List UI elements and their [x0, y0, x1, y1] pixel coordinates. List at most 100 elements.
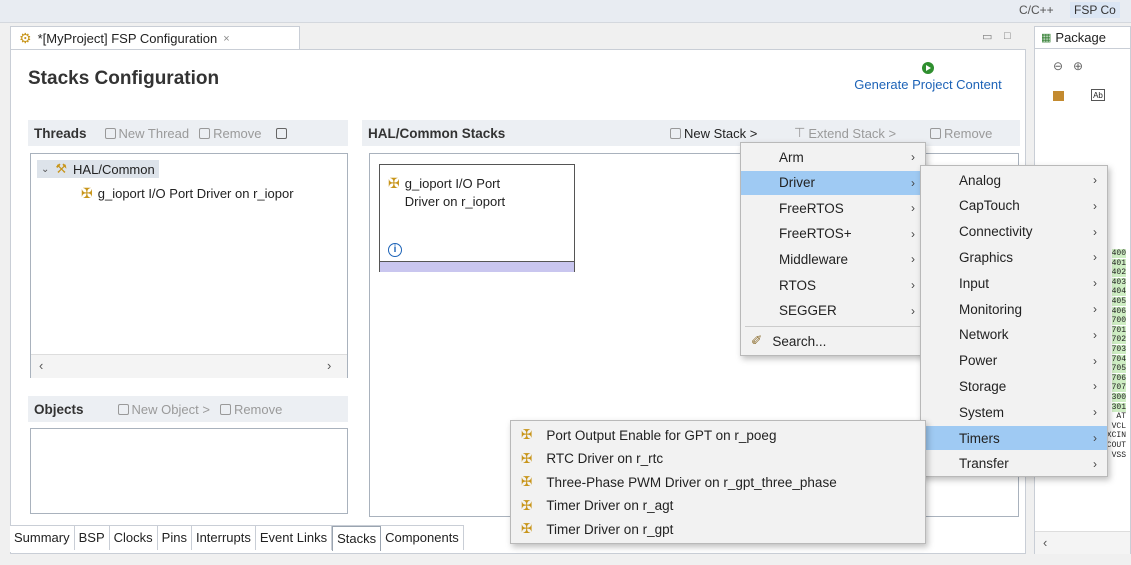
- zoom-in-icon[interactable]: ⊕: [1073, 59, 1083, 73]
- menu-item-driver[interactable]: Driver ›: [741, 170, 925, 195]
- package-pin[interactable]: 401: [1111, 258, 1126, 268]
- menu-item-freertos[interactable]: FreeRTOS+ ›: [741, 222, 925, 246]
- remove-thread-button[interactable]: Remove: [199, 126, 262, 141]
- maximize-icon[interactable]: □: [1004, 30, 1011, 42]
- package-scrollbar[interactable]: ‹: [1035, 531, 1130, 554]
- scroll-left-icon[interactable]: ‹: [1043, 535, 1047, 550]
- tab-summary[interactable]: Summary: [10, 526, 75, 550]
- new-thread-button[interactable]: New Thread: [104, 126, 189, 141]
- generate-project-button[interactable]: Generate Project Content: [838, 62, 1018, 92]
- package-pin[interactable]: 706: [1111, 373, 1126, 383]
- menu-item-label: Arm: [779, 149, 804, 165]
- scroll-right-icon[interactable]: ›: [327, 358, 331, 373]
- zoom-out-icon[interactable]: ⊖: [1053, 59, 1063, 73]
- menu-item-port-output-enable-for-gpt-on-r-poeg[interactable]: ✠ Port Output Enable for GPT on r_poeg: [511, 423, 925, 447]
- package-pin[interactable]: 402: [1111, 268, 1126, 278]
- stack-block-line1: g_ioport I/O Port: [404, 176, 501, 191]
- package-pin[interactable]: XCIN: [1107, 431, 1126, 440]
- menu-item-label: System: [959, 404, 1005, 420]
- tree-node-g-ioport[interactable]: ✠ g_ioport I/O Port Driver on r_iopor: [81, 185, 294, 202]
- tree-root-label: HAL/Common: [73, 161, 155, 177]
- package-pin[interactable]: 400: [1111, 249, 1126, 258]
- menu-item-search[interactable]: ✐ Search...: [741, 329, 925, 353]
- objects-list: [30, 428, 348, 514]
- grid-color-icon[interactable]: [1053, 91, 1064, 101]
- menu-item-transfer[interactable]: Transfer ›: [921, 452, 1107, 476]
- tab-bsp[interactable]: BSP: [75, 526, 110, 550]
- scroll-left-icon[interactable]: ‹: [39, 358, 43, 373]
- tab-interrupts[interactable]: Interrupts: [192, 526, 256, 550]
- new-stack-button[interactable]: New Stack >: [670, 126, 757, 141]
- chevron-right-icon: ›: [1093, 276, 1097, 291]
- chevron-down-icon[interactable]: ⌄: [41, 164, 49, 175]
- menu-item-connectivity[interactable]: Connectivity ›: [921, 220, 1107, 244]
- horizontal-scrollbar[interactable]: ‹ ›: [31, 354, 347, 378]
- stack-block-g-ioport[interactable]: ✠ g_ioport I/O Port Driver on r_ioport i: [379, 164, 575, 272]
- menu-item-label: RTC Driver on r_rtc: [546, 451, 664, 466]
- menu-item-timers[interactable]: Timers ›: [921, 426, 1107, 450]
- perspective-c-cpp[interactable]: C/C++: [1019, 3, 1054, 17]
- collapse-all-icon[interactable]: [275, 127, 287, 139]
- package-pin[interactable]: 403: [1111, 277, 1126, 287]
- menu-item-rtos[interactable]: RTOS ›: [741, 273, 925, 297]
- package-pin[interactable]: 700: [1111, 316, 1126, 326]
- menu-item-power[interactable]: Power ›: [921, 349, 1107, 373]
- package-pin[interactable]: 404: [1111, 287, 1126, 297]
- search-icon: ✐: [751, 333, 763, 348]
- tab-event-links[interactable]: Event Links: [256, 526, 333, 550]
- package-pin[interactable]: 405: [1111, 297, 1126, 306]
- tab-pins[interactable]: Pins: [158, 526, 192, 550]
- minimize-icon[interactable]: ▭: [982, 30, 992, 43]
- tab-components[interactable]: Components: [381, 526, 464, 550]
- tree-node-hal-common[interactable]: ⌄ ⚒ HAL/Common: [37, 160, 159, 178]
- menu-item-graphics[interactable]: Graphics ›: [921, 245, 1107, 269]
- package-pin[interactable]: VCL: [1112, 422, 1126, 431]
- menu-item-timer-driver-on-r-agt[interactable]: ✠ Timer Driver on r_agt: [511, 494, 925, 518]
- menu-item-rtc-driver-on-r-rtc[interactable]: ✠ RTC Driver on r_rtc: [511, 447, 925, 471]
- stack-block-line2: Driver on r_ioport: [404, 194, 506, 209]
- menu-item-captouch[interactable]: CapTouch ›: [921, 194, 1107, 218]
- package-pin[interactable]: 703: [1111, 345, 1126, 354]
- menu-item-analog[interactable]: Analog ›: [921, 168, 1107, 192]
- menu-item-monitoring[interactable]: Monitoring ›: [921, 297, 1107, 321]
- package-pin[interactable]: VSS: [1112, 451, 1126, 460]
- menu-item-three-phase-pwm-driver-on-r-gpt-three-phase[interactable]: ✠ Three-Phase PWM Driver on r_gpt_three_p…: [511, 470, 925, 494]
- menu-item-system[interactable]: System ›: [921, 400, 1107, 424]
- package-pin[interactable]: 702: [1111, 335, 1126, 345]
- new-stack-label: New Stack >: [684, 125, 758, 141]
- menu-item-freertos[interactable]: FreeRTOS ›: [741, 196, 925, 220]
- package-pin[interactable]: 704: [1111, 354, 1126, 364]
- package-pin[interactable]: 300: [1111, 393, 1126, 402]
- remove-object-button[interactable]: Remove: [219, 402, 282, 417]
- menu-item-middleware[interactable]: Middleware ›: [741, 247, 925, 271]
- menu-item-storage[interactable]: Storage ›: [921, 374, 1107, 398]
- menu-item-timer-driver-on-r-gpt[interactable]: ✠ Timer Driver on r_gpt: [511, 517, 925, 541]
- remove-stack-button[interactable]: Remove: [930, 126, 992, 141]
- package-pin[interactable]: AT: [1116, 412, 1126, 421]
- package-pin[interactable]: 705: [1111, 364, 1126, 374]
- new-object-button[interactable]: New Object >: [117, 402, 210, 417]
- menu-item-network[interactable]: Network ›: [921, 323, 1107, 347]
- chevron-right-icon: ›: [1093, 224, 1097, 239]
- menu-item-label: Graphics: [959, 249, 1014, 265]
- label-icon[interactable]: Ab: [1091, 89, 1105, 101]
- menu-item-input[interactable]: Input ›: [921, 271, 1107, 295]
- editor-tab[interactable]: ⚙ *[MyProject] FSP Configuration ×: [10, 26, 300, 50]
- chevron-right-icon: ›: [1093, 302, 1097, 316]
- perspective-fsp[interactable]: FSP Co: [1070, 2, 1120, 18]
- close-icon[interactable]: ×: [223, 33, 229, 45]
- module-icon: ✠: [521, 427, 533, 442]
- chevron-right-icon: ›: [911, 201, 915, 216]
- package-pin[interactable]: 707: [1111, 383, 1126, 393]
- menu-item-segger[interactable]: SEGGER ›: [741, 299, 925, 323]
- extend-stack-button[interactable]: ⊤ Extend Stack >: [794, 125, 896, 141]
- package-pin[interactable]: 701: [1111, 325, 1126, 335]
- chevron-right-icon: ›: [911, 252, 915, 267]
- info-icon[interactable]: i: [388, 243, 402, 257]
- package-tab[interactable]: ▦ Package: [1035, 27, 1130, 49]
- package-pin[interactable]: 301: [1111, 402, 1126, 412]
- tab-clocks[interactable]: Clocks: [110, 526, 158, 550]
- tab-stacks[interactable]: Stacks: [332, 526, 382, 551]
- menu-item-arm[interactable]: Arm ›: [741, 145, 925, 169]
- package-pin[interactable]: 406: [1111, 306, 1126, 316]
